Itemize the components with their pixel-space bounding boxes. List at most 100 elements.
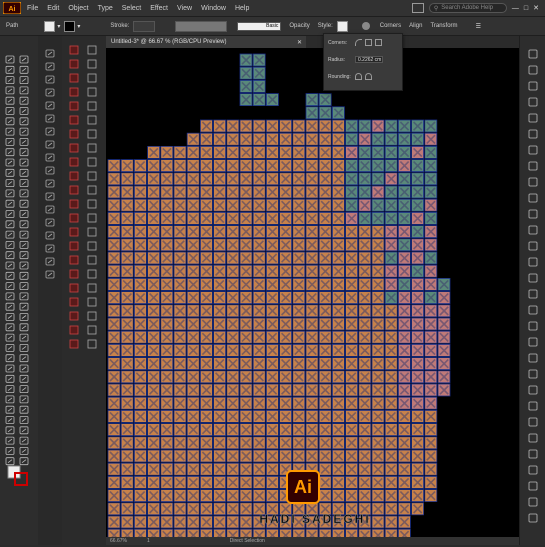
tile[interactable] (279, 370, 293, 384)
tile[interactable] (173, 304, 187, 318)
tile[interactable] (279, 436, 293, 450)
tile[interactable] (345, 409, 359, 423)
tile[interactable] (213, 264, 226, 278)
tile[interactable] (424, 343, 438, 357)
tile[interactable] (107, 238, 121, 252)
tool-icon[interactable] (19, 148, 29, 157)
tool-icon[interactable] (19, 416, 29, 424)
tile[interactable] (213, 225, 226, 239)
tile[interactable] (371, 238, 385, 252)
round-corner-icon[interactable] (355, 39, 362, 46)
tile[interactable] (331, 198, 345, 212)
panel-icon[interactable] (528, 497, 538, 507)
tile[interactable] (371, 159, 385, 172)
tile[interactable] (371, 132, 385, 146)
tool-icon[interactable] (45, 101, 55, 110)
tile[interactable] (318, 330, 332, 344)
tile[interactable] (120, 409, 134, 423)
tile[interactable] (252, 383, 266, 397)
tile[interactable] (226, 251, 240, 265)
tile[interactable] (147, 409, 160, 423)
close-icon[interactable]: ✕ (533, 4, 539, 12)
tile[interactable] (173, 475, 187, 489)
panel-icon[interactable] (528, 129, 538, 139)
tile[interactable] (292, 172, 306, 186)
panel-icon[interactable] (528, 417, 538, 427)
tile[interactable] (213, 172, 226, 186)
tile[interactable] (133, 185, 147, 199)
tile[interactable] (133, 198, 147, 212)
tile[interactable] (173, 462, 187, 476)
tile[interactable] (265, 198, 279, 212)
tile[interactable] (397, 357, 411, 371)
tile[interactable] (226, 317, 240, 331)
tile[interactable] (384, 462, 398, 476)
tile[interactable] (200, 436, 213, 450)
tile[interactable] (133, 225, 147, 239)
tool-icon[interactable] (5, 302, 15, 311)
tile[interactable] (411, 251, 425, 265)
tool-icon[interactable] (5, 107, 15, 115)
tile[interactable] (160, 396, 174, 410)
tile[interactable] (411, 317, 425, 331)
tile[interactable] (226, 383, 240, 397)
tile[interactable] (384, 396, 398, 410)
tile[interactable] (186, 304, 200, 318)
tile[interactable] (173, 383, 187, 397)
tile[interactable] (318, 119, 332, 133)
tile[interactable] (160, 330, 174, 344)
tile[interactable] (358, 449, 372, 463)
tile[interactable] (252, 66, 266, 80)
tile[interactable] (411, 423, 425, 437)
tool-icon[interactable] (19, 220, 29, 229)
tool-icon[interactable] (19, 292, 29, 301)
tile[interactable] (226, 119, 240, 133)
tool-icon[interactable] (69, 283, 97, 293)
tool-icon[interactable] (5, 446, 15, 455)
tile[interactable] (292, 185, 306, 199)
tile[interactable] (239, 172, 253, 186)
tile[interactable] (279, 409, 293, 423)
tile[interactable] (226, 159, 240, 172)
panel-icon[interactable] (528, 81, 538, 91)
tile[interactable] (345, 396, 359, 410)
tile[interactable] (160, 304, 174, 318)
tile[interactable] (133, 515, 147, 529)
tile[interactable] (107, 370, 121, 384)
relative-rounding-icon[interactable] (355, 73, 362, 80)
tile[interactable] (226, 357, 240, 371)
tile[interactable] (147, 159, 160, 172)
tile[interactable] (107, 489, 121, 503)
tile[interactable] (397, 264, 411, 278)
tile[interactable] (424, 423, 438, 437)
tile[interactable] (279, 146, 293, 159)
tile[interactable] (213, 357, 226, 371)
tile[interactable] (345, 238, 359, 252)
tile[interactable] (265, 291, 279, 305)
tile[interactable] (226, 343, 240, 357)
tile[interactable] (279, 343, 293, 357)
tile[interactable] (173, 343, 187, 357)
tile[interactable] (200, 462, 213, 476)
panel-icon[interactable] (528, 369, 538, 379)
tile[interactable] (107, 528, 121, 537)
tool-icon[interactable] (69, 171, 97, 181)
tile[interactable] (358, 396, 372, 410)
tile[interactable] (437, 277, 451, 291)
tool-icon[interactable] (19, 158, 29, 167)
tile[interactable] (252, 80, 266, 93)
tile[interactable] (239, 251, 253, 265)
tile[interactable] (160, 277, 174, 291)
tile[interactable] (331, 409, 345, 423)
tile[interactable] (411, 370, 425, 384)
tool-icon[interactable] (5, 333, 15, 342)
tool-icon[interactable] (5, 354, 15, 363)
tile[interactable] (279, 172, 293, 186)
more-options-icon[interactable]: ☰ (476, 23, 481, 30)
tile[interactable] (331, 330, 345, 344)
tool-icon[interactable] (19, 333, 29, 342)
tile[interactable] (265, 383, 279, 397)
tile[interactable] (384, 291, 398, 305)
tile[interactable] (147, 383, 160, 397)
tile[interactable] (345, 251, 359, 265)
